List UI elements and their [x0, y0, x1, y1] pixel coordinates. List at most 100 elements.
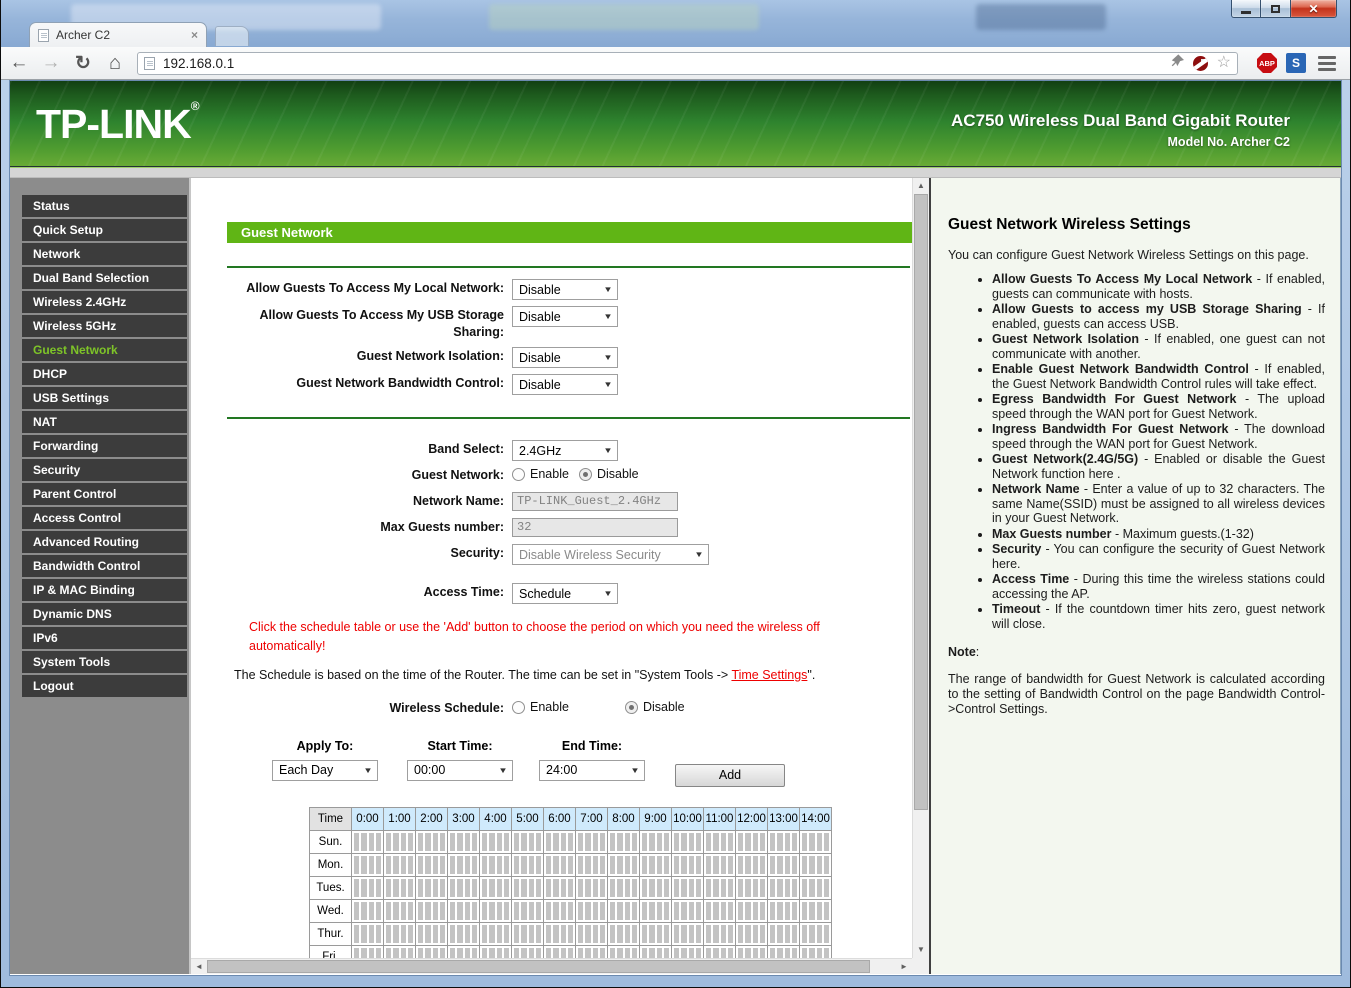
schedule-cell[interactable] — [511, 875, 544, 900]
sidebar-item-access-control[interactable]: Access Control — [22, 507, 187, 529]
scroll-up-arrow-icon[interactable]: ▲ — [913, 178, 929, 194]
schedule-cell[interactable] — [735, 829, 768, 854]
schedule-cell[interactable] — [543, 852, 576, 877]
schedule-cell[interactable] — [735, 921, 768, 946]
scroll-right-arrow-icon[interactable]: ► — [896, 959, 912, 974]
sidebar-item-dual-band-selection[interactable]: Dual Band Selection — [22, 267, 187, 289]
s-extension-icon[interactable]: S — [1286, 53, 1306, 73]
schedule-cell[interactable] — [607, 875, 640, 900]
schedule-cell[interactable] — [767, 852, 800, 877]
chrome-menu-icon[interactable] — [1314, 55, 1340, 71]
sidebar-item-bandwidth-control[interactable]: Bandwidth Control — [22, 555, 187, 577]
schedule-cell[interactable] — [447, 875, 480, 900]
schedule-cell[interactable] — [735, 852, 768, 877]
schedule-cell[interactable] — [383, 921, 416, 946]
sidebar-item-wireless-5ghz[interactable]: Wireless 5GHz — [22, 315, 187, 337]
schedule-cell[interactable] — [671, 898, 704, 923]
schedule-cell[interactable] — [575, 921, 608, 946]
sidebar-item-forwarding[interactable]: Forwarding — [22, 435, 187, 457]
schedule-cell[interactable] — [543, 898, 576, 923]
schedule-cell[interactable] — [415, 944, 448, 958]
schedule-cell[interactable] — [543, 875, 576, 900]
sidebar-item-ip-mac-binding[interactable]: IP & MAC Binding — [22, 579, 187, 601]
wireless-schedule-enable-option[interactable]: Enable — [530, 699, 569, 716]
schedule-cell[interactable] — [575, 944, 608, 958]
schedule-cell[interactable] — [351, 875, 384, 900]
schedule-cell[interactable] — [383, 852, 416, 877]
schedule-cell[interactable] — [575, 898, 608, 923]
horizontal-scrollbar[interactable]: ◄ ► — [191, 958, 912, 974]
sidebar-item-status[interactable]: Status — [22, 195, 187, 217]
schedule-cell[interactable] — [767, 944, 800, 958]
schedule-cell[interactable] — [447, 852, 480, 877]
schedule-cell[interactable] — [479, 829, 512, 854]
max-guests-field[interactable]: 32 — [512, 518, 678, 537]
sidebar-item-ipv6[interactable]: IPv6 — [22, 627, 187, 649]
plugin-blocked-icon[interactable] — [1192, 55, 1208, 71]
schedule-cell[interactable] — [703, 921, 736, 946]
guest-network-disable-option[interactable]: Disable — [597, 466, 639, 483]
sidebar-item-security[interactable]: Security — [22, 459, 187, 481]
schedule-cell[interactable] — [447, 829, 480, 854]
schedule-cell[interactable] — [671, 944, 704, 958]
sidebar-item-dhcp[interactable]: DHCP — [22, 363, 187, 385]
schedule-cell[interactable] — [511, 921, 544, 946]
schedule-cell[interactable] — [575, 852, 608, 877]
schedule-cell[interactable] — [639, 944, 672, 958]
wireless-schedule-enable-radio[interactable] — [512, 700, 525, 714]
schedule-cell[interactable] — [415, 898, 448, 923]
schedule-cell[interactable] — [479, 944, 512, 958]
schedule-cell[interactable] — [703, 944, 736, 958]
schedule-cell[interactable] — [767, 829, 800, 854]
schedule-cell[interactable] — [703, 829, 736, 854]
schedule-cell[interactable] — [671, 852, 704, 877]
sidebar-item-wireless-2-4ghz[interactable]: Wireless 2.4GHz — [22, 291, 187, 313]
sidebar-item-guest-network[interactable]: Guest Network — [22, 339, 187, 361]
schedule-cell[interactable] — [383, 875, 416, 900]
sidebar-item-system-tools[interactable]: System Tools — [22, 651, 187, 673]
schedule-cell[interactable] — [799, 829, 832, 854]
schedule-cell[interactable] — [639, 921, 672, 946]
schedule-cell[interactable] — [351, 829, 384, 854]
page-icon[interactable] — [144, 56, 155, 70]
schedule-cell[interactable] — [671, 921, 704, 946]
schedule-cell[interactable] — [479, 875, 512, 900]
schedule-cell[interactable] — [575, 875, 608, 900]
sidebar-item-network[interactable]: Network — [22, 243, 187, 265]
end-time-dropdown[interactable]: 24:00 ▼ — [539, 759, 645, 781]
form1-dropdown-1[interactable]: Disable ▼ — [512, 306, 618, 327]
guest-network-enable-radio[interactable] — [512, 468, 525, 481]
schedule-cell[interactable] — [447, 921, 480, 946]
schedule-cell[interactable] — [607, 944, 640, 958]
wireless-schedule-disable-option[interactable]: Disable — [643, 699, 685, 716]
schedule-cell[interactable] — [607, 921, 640, 946]
back-button[interactable]: ← — [5, 52, 33, 74]
schedule-cell[interactable] — [639, 898, 672, 923]
browser-tab[interactable]: Archer C2 × — [29, 22, 207, 47]
network-name-field[interactable]: TP-LINK_Guest_2.4GHz — [512, 492, 678, 511]
schedule-cell[interactable] — [415, 829, 448, 854]
bookmark-star-icon[interactable]: ☆ — [1217, 55, 1231, 71]
schedule-cell[interactable] — [511, 852, 544, 877]
schedule-cell[interactable] — [543, 921, 576, 946]
reload-button[interactable]: ↻ — [69, 52, 97, 75]
new-tab-button[interactable] — [215, 26, 249, 46]
form1-dropdown-2[interactable]: Disable ▼ — [512, 347, 618, 368]
access-time-dropdown[interactable]: Schedule ▼ — [512, 583, 618, 604]
schedule-cell[interactable] — [639, 852, 672, 877]
schedule-cell[interactable] — [703, 852, 736, 877]
schedule-cell[interactable] — [799, 852, 832, 877]
schedule-cell[interactable] — [351, 852, 384, 877]
schedule-cell[interactable] — [447, 944, 480, 958]
schedule-cell[interactable] — [703, 898, 736, 923]
vertical-scrollbar[interactable]: ▲ ▼ — [912, 178, 929, 958]
add-button[interactable]: Add — [675, 763, 785, 787]
home-button[interactable]: ⌂ — [101, 52, 129, 75]
schedule-cell[interactable] — [799, 875, 832, 900]
minimize-button[interactable] — [1231, 0, 1261, 18]
schedule-cell[interactable] — [543, 829, 576, 854]
schedule-cell[interactable] — [511, 898, 544, 923]
address-bar[interactable]: 192.168.0.1 ☆ — [137, 51, 1238, 75]
time-settings-link[interactable]: Time Settings — [731, 668, 807, 682]
schedule-cell[interactable] — [703, 875, 736, 900]
